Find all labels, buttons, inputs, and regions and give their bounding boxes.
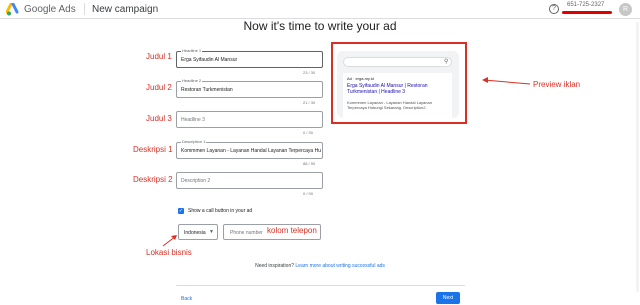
country-value: Indonesia [184, 230, 206, 236]
phone-placeholder: Phone number [230, 230, 263, 236]
inspiration-line: Need inspiration? Learn more about writi… [0, 263, 640, 269]
annotation-lokasi-bisnis: Lokasi bisnis [146, 248, 192, 257]
chevron-down-icon: ▼ [209, 229, 214, 235]
scrollbar[interactable] [636, 22, 639, 292]
footer-divider [176, 285, 465, 286]
learn-more-link[interactable]: Learn more about writing successful ads [295, 263, 385, 269]
inspiration-text: Need inspiration? [255, 263, 295, 269]
call-button-label: Show a call button in your ad [188, 208, 253, 214]
call-button-checkbox[interactable]: ✓ [178, 208, 184, 214]
arrow-head-preview [482, 77, 488, 83]
country-select[interactable]: Indonesia ▼ [178, 224, 218, 240]
annotation-kolom-telepon: kolom telepon [267, 226, 317, 235]
annotation-arrows [162, 77, 531, 247]
next-button[interactable]: Next [436, 292, 460, 304]
arrow-to-preview [483, 79, 531, 85]
back-button[interactable]: Back [181, 296, 192, 302]
